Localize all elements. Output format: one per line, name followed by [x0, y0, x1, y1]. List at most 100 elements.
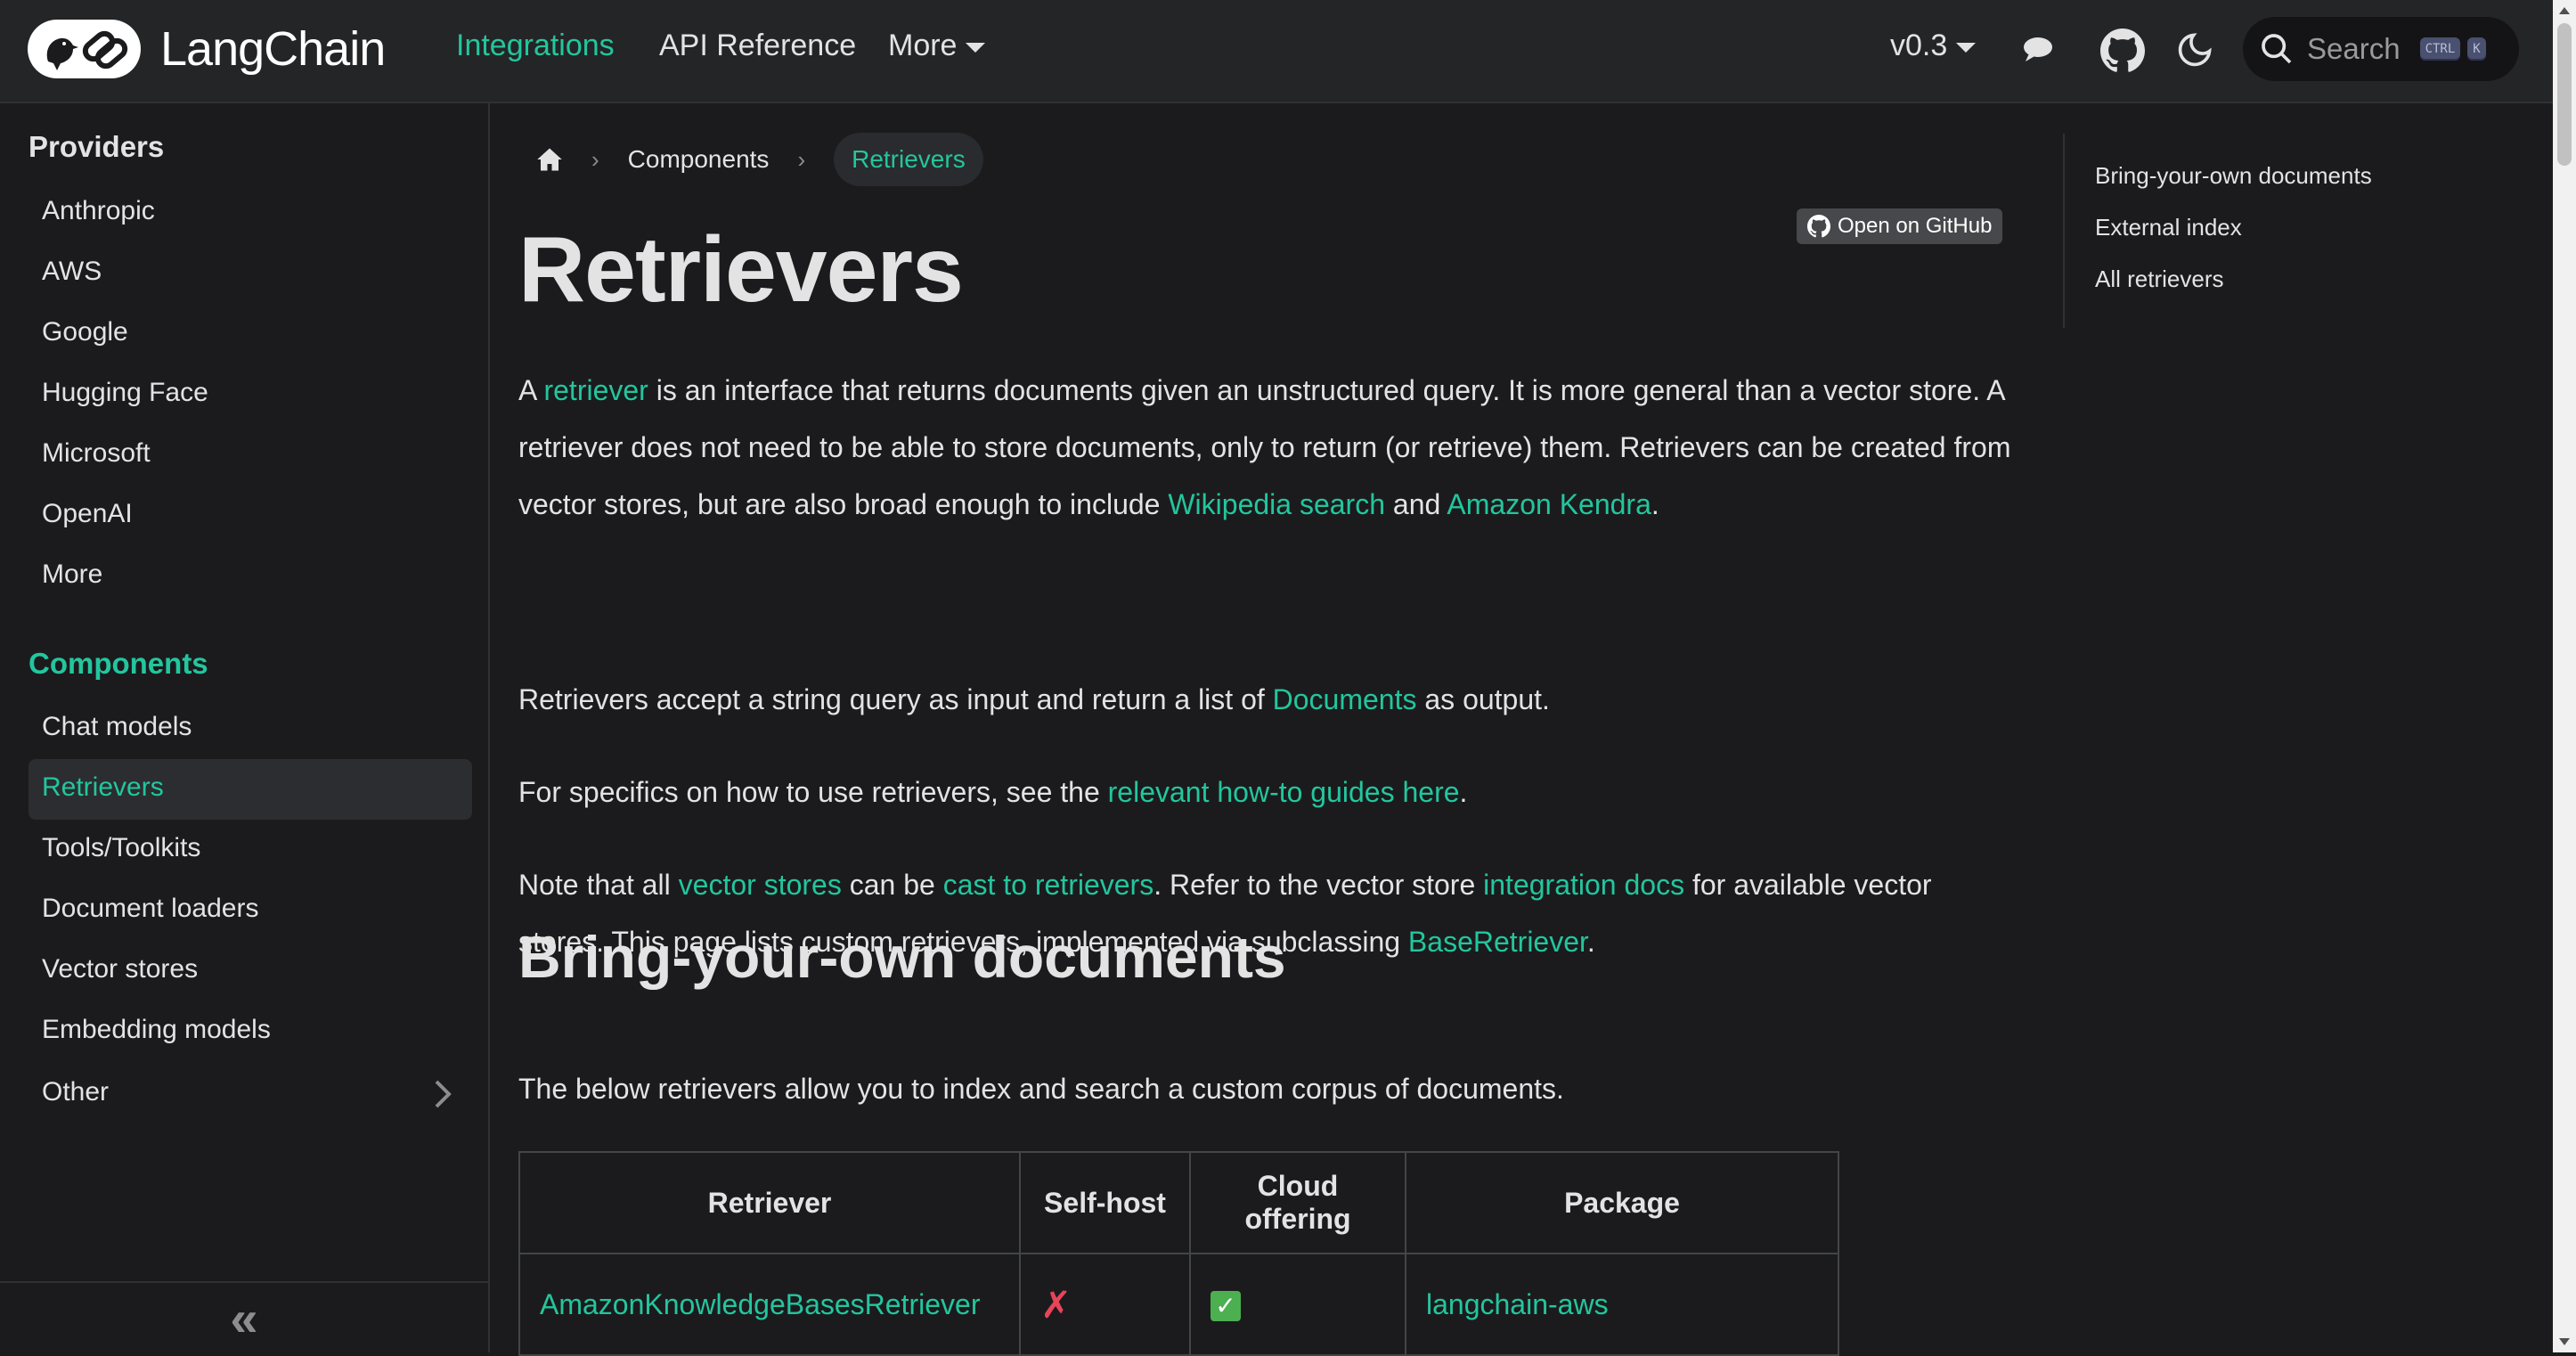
- text: .: [1459, 776, 1468, 808]
- text: and: [1385, 488, 1447, 520]
- sidebar-category-providers[interactable]: Providers: [29, 130, 164, 164]
- sidebar-item-label: OpenAI: [42, 499, 133, 528]
- cell-cloud-offering: ✓: [1189, 1253, 1406, 1356]
- byod-paragraph: The below retrievers allow you to index …: [518, 1073, 1564, 1105]
- link-langchain-aws[interactable]: langchain-aws: [1426, 1288, 1609, 1320]
- sidebar-item-embedding-models[interactable]: Embedding models: [29, 1001, 472, 1062]
- documents-paragraph: Retrievers accept a string query as inpu…: [518, 671, 2015, 728]
- column-header-cloud-offering: Cloud offering: [1189, 1151, 1406, 1254]
- collapse-sidebar-button[interactable]: «: [0, 1281, 488, 1352]
- kbd-ctrl: CTRL: [2419, 37, 2461, 61]
- version-label: v0.3: [1890, 29, 1948, 62]
- sidebar-item-chat-models[interactable]: Chat models: [29, 698, 472, 759]
- open-on-github-label: Open on GitHub: [1838, 214, 1993, 238]
- sidebar-item-microsoft[interactable]: Microsoft: [29, 425, 472, 486]
- home-logo[interactable]: LangChain: [28, 20, 386, 78]
- page-scrollbar[interactable]: [2553, 0, 2576, 1352]
- sidebar-item-retrievers[interactable]: Retrievers: [29, 759, 472, 820]
- link-cast-to-retrievers[interactable]: cast to retrievers: [943, 869, 1154, 901]
- sidebar-item-aws[interactable]: AWS: [29, 243, 472, 304]
- sidebar-item-label: Hugging Face: [42, 378, 208, 407]
- sidebar-item-label: More: [42, 560, 103, 589]
- sidebar-item-label: Microsoft: [42, 438, 151, 468]
- toc-item-all-retrievers[interactable]: All retrievers: [2095, 265, 2223, 293]
- chat-icon[interactable]: [2022, 36, 2054, 67]
- top-navbar: LangChain Integrations API Reference Mor…: [0, 0, 2553, 103]
- sidebar-item-more[interactable]: More: [29, 546, 472, 607]
- sidebar-item-tools-toolkits[interactable]: Tools/Toolkits: [29, 820, 472, 880]
- breadcrumb-separator-icon: ›: [591, 145, 599, 173]
- link-vector-stores[interactable]: vector stores: [679, 869, 842, 901]
- chevron-down-icon: [966, 42, 986, 53]
- link-retriever[interactable]: retriever: [543, 374, 648, 406]
- brand-name: LangChain: [160, 22, 386, 76]
- sidebar-item-document-loaders[interactable]: Document loaders: [29, 880, 472, 941]
- sidebar-item-hugging-face[interactable]: Hugging Face: [29, 364, 472, 425]
- table-header-row: Retriever Self-host Cloud offering Packa…: [518, 1151, 1839, 1254]
- sidebar-item-openai[interactable]: OpenAI: [29, 486, 472, 546]
- cell-retriever: AmazonKnowledgeBasesRetriever: [518, 1253, 1021, 1356]
- github-icon[interactable]: [2100, 29, 2145, 78]
- sidebar-item-label: Anthropic: [42, 196, 155, 225]
- sidebar-item-vector-stores[interactable]: Vector stores: [29, 941, 472, 1001]
- text: as output.: [1416, 683, 1550, 715]
- retrievers-table: Retriever Self-host Cloud offering Packa…: [518, 1151, 1839, 1356]
- sidebar-category-components[interactable]: Components: [29, 647, 208, 681]
- text: can be: [841, 869, 943, 901]
- sidebar-item-anthropic[interactable]: Anthropic: [29, 183, 472, 243]
- nav-more-dropdown[interactable]: More: [888, 29, 986, 63]
- search-button[interactable]: Search CTRL K: [2243, 17, 2519, 81]
- table-of-contents: Bring-your-own documents External index …: [2063, 134, 2372, 328]
- home-icon[interactable]: [536, 147, 563, 172]
- text: .: [1586, 926, 1595, 958]
- sidebar-item-google[interactable]: Google: [29, 304, 472, 364]
- intro-paragraph: A retriever is an interface that returns…: [518, 362, 2015, 533]
- text: A: [518, 374, 544, 406]
- open-on-github-button[interactable]: Open on GitHub: [1797, 208, 2003, 244]
- text: .: [1651, 488, 1659, 520]
- column-header-self-host: Self-host: [1019, 1151, 1191, 1254]
- double-chevron-left-icon: «: [230, 1289, 258, 1346]
- sidebar: Providers Anthropic AWS Google Hugging F…: [0, 103, 490, 1352]
- toc-item-external-index[interactable]: External index: [2095, 214, 2242, 241]
- link-documents[interactable]: Documents: [1273, 683, 1417, 715]
- nav-api-reference[interactable]: API Reference: [659, 29, 856, 63]
- link-how-to-guides[interactable]: relevant how-to guides here: [1108, 776, 1460, 808]
- link-amazon-knowledge-bases-retriever[interactable]: AmazonKnowledgeBasesRetriever: [540, 1288, 980, 1320]
- version-dropdown[interactable]: v0.3: [1890, 29, 1977, 63]
- sidebar-item-label: Chat models: [42, 712, 192, 741]
- breadcrumb-components[interactable]: Components: [628, 145, 770, 174]
- langchain-logo-icon: [28, 20, 141, 78]
- text: For specifics on how to use retrievers, …: [518, 776, 1108, 808]
- search-label: Search: [2307, 32, 2401, 65]
- sidebar-item-label: Google: [42, 317, 128, 347]
- link-amazon-kendra[interactable]: Amazon Kendra: [1447, 488, 1651, 520]
- nav-integrations[interactable]: Integrations: [456, 29, 615, 63]
- dark-mode-toggle-icon[interactable]: [2175, 30, 2214, 74]
- scrollbar-thumb[interactable]: [2557, 23, 2572, 166]
- chevron-right-icon[interactable]: [431, 1078, 452, 1117]
- sidebar-item-label: Document loaders: [42, 894, 259, 923]
- github-icon: [1807, 215, 1830, 238]
- sidebar-item-other[interactable]: Other: [29, 1064, 472, 1124]
- nav-more-label: More: [888, 29, 958, 62]
- kbd-k: K: [2467, 37, 2486, 61]
- chevron-down-icon: [1956, 42, 1977, 53]
- link-wikipedia-search[interactable]: Wikipedia search: [1168, 488, 1385, 520]
- text: . Refer to the vector store: [1153, 869, 1484, 901]
- link-integration-docs[interactable]: integration docs: [1483, 869, 1684, 901]
- text: Retrievers accept a string query as inpu…: [518, 683, 1273, 715]
- column-header-package: Package: [1405, 1151, 1839, 1254]
- page-title: Retrievers: [518, 218, 964, 322]
- sidebar-item-label: AWS: [42, 257, 102, 286]
- breadcrumb-separator-icon: ›: [797, 145, 806, 173]
- scroll-up-arrow-icon[interactable]: [2559, 7, 2570, 14]
- sidebar-item-label: Tools/Toolkits: [42, 833, 201, 862]
- how-to-paragraph: For specifics on how to use retrievers, …: [518, 764, 2015, 821]
- cell-package: langchain-aws: [1405, 1253, 1839, 1356]
- scroll-down-arrow-icon[interactable]: [2559, 1338, 2570, 1345]
- toc-item-bring-your-own-documents[interactable]: Bring-your-own documents: [2095, 162, 2372, 190]
- link-baseretriever[interactable]: BaseRetriever: [1408, 926, 1587, 958]
- cell-self-host: ✗: [1019, 1253, 1191, 1356]
- sidebar-item-label: Retrievers: [42, 772, 164, 802]
